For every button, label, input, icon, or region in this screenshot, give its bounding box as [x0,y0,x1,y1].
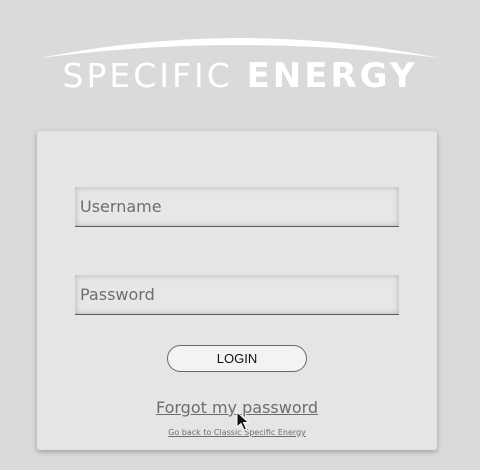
mouse-pointer-icon [236,411,250,431]
logo-wordmark: SPECIFIC ENERGY [0,56,480,96]
username-input[interactable] [75,187,399,227]
specific-energy-logo: SPECIFIC ENERGY [0,28,480,100]
login-button[interactable]: LOGIN [167,345,307,372]
logo-word-specific: SPECIFIC [62,56,233,95]
password-input[interactable] [75,275,399,315]
logo-word-energy: ENERGY [246,56,418,96]
login-card: LOGIN Forgot my password Go back to Clas… [37,131,437,450]
login-page: SPECIFIC ENERGY LOGIN Forgot my password… [0,0,480,470]
